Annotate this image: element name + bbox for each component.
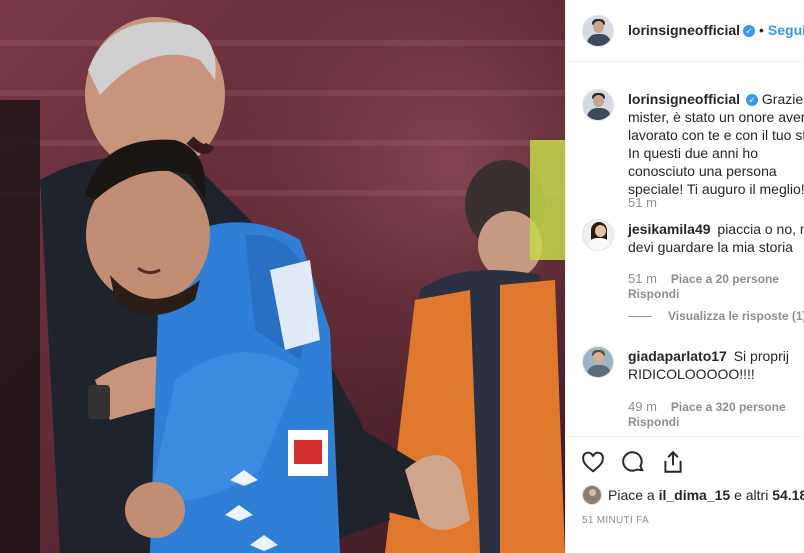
comment-text: giadaparlato17 Si proprij RIDICOLOOOOO!!…: [628, 347, 804, 383]
author-line: lorinsigneofficial ✓ • Segui: [628, 22, 804, 40]
post-timestamp[interactable]: 51 MINUTI FA: [582, 515, 649, 526]
comment-meta: 49 m Piace a 320 persone: [628, 399, 786, 414]
verified-badge-icon: ✓: [743, 25, 756, 37]
share-icon[interactable]: [660, 449, 688, 477]
reply-button[interactable]: Rispondi: [628, 287, 679, 301]
comment-avatar[interactable]: [582, 346, 614, 378]
view-replies-button[interactable]: Visualizza le risposte (1): [628, 309, 804, 323]
verified-badge-icon: ✓: [746, 94, 759, 106]
comment-likes[interactable]: Piace a 320 persone: [671, 400, 786, 414]
comment-username[interactable]: jesikamila49: [628, 221, 711, 237]
comment-likes[interactable]: Piace a 20 persone: [671, 272, 779, 286]
author-username[interactable]: lorinsigneofficial: [628, 22, 740, 38]
post-header: lorinsigneofficial ✓ • Segui: [566, 0, 804, 62]
comment-time[interactable]: 49 m: [628, 399, 657, 414]
heart-icon[interactable]: [580, 449, 608, 477]
comment-text: jesikamila49 piaccia o no, ma devi guard…: [628, 220, 804, 256]
likes-prefix: Piace a: [608, 487, 659, 503]
reply-button[interactable]: Rispondi: [628, 415, 679, 429]
divider: [628, 316, 652, 318]
follow-button[interactable]: Segui: [768, 22, 804, 38]
caption-time[interactable]: 51 m: [628, 195, 657, 210]
comment-username[interactable]: giadaparlato17: [628, 348, 727, 364]
caption-meta: 51 m: [628, 195, 671, 210]
view-replies-label: Visualizza le risposte (1): [668, 309, 804, 323]
post-actions: Piace a il_dima_15 e altri 54.180 51 MIN…: [566, 436, 804, 553]
comment-icon[interactable]: [620, 449, 648, 477]
post-photo-illustration: [0, 0, 565, 553]
post-image[interactable]: [0, 0, 565, 553]
likes-count[interactable]: 54.180: [772, 487, 804, 503]
comment-avatar[interactable]: [582, 219, 614, 251]
caption-username[interactable]: lorinsigneofficial: [628, 91, 740, 107]
comment-time[interactable]: 51 m: [628, 271, 657, 286]
caption-avatar[interactable]: [582, 89, 614, 121]
caption-text: lorinsigneofficial ✓ Grazie mister, è sta…: [628, 90, 804, 198]
separator: •: [759, 22, 764, 38]
likes-summary[interactable]: Piace a il_dima_15 e altri 54.180: [582, 485, 804, 505]
liker-username[interactable]: il_dima_15: [659, 487, 731, 503]
comments-list[interactable]: lorinsigneofficial ✓ Grazie mister, è sta…: [566, 63, 804, 435]
post-side-panel: lorinsigneofficial ✓ • Segui lorinsigneoffi…: [565, 0, 804, 553]
liker-avatar: [582, 485, 602, 505]
likes-middle: e altri: [730, 487, 773, 503]
author-avatar[interactable]: [582, 15, 614, 47]
comment-meta: 51 m Piace a 20 persone: [628, 271, 779, 286]
